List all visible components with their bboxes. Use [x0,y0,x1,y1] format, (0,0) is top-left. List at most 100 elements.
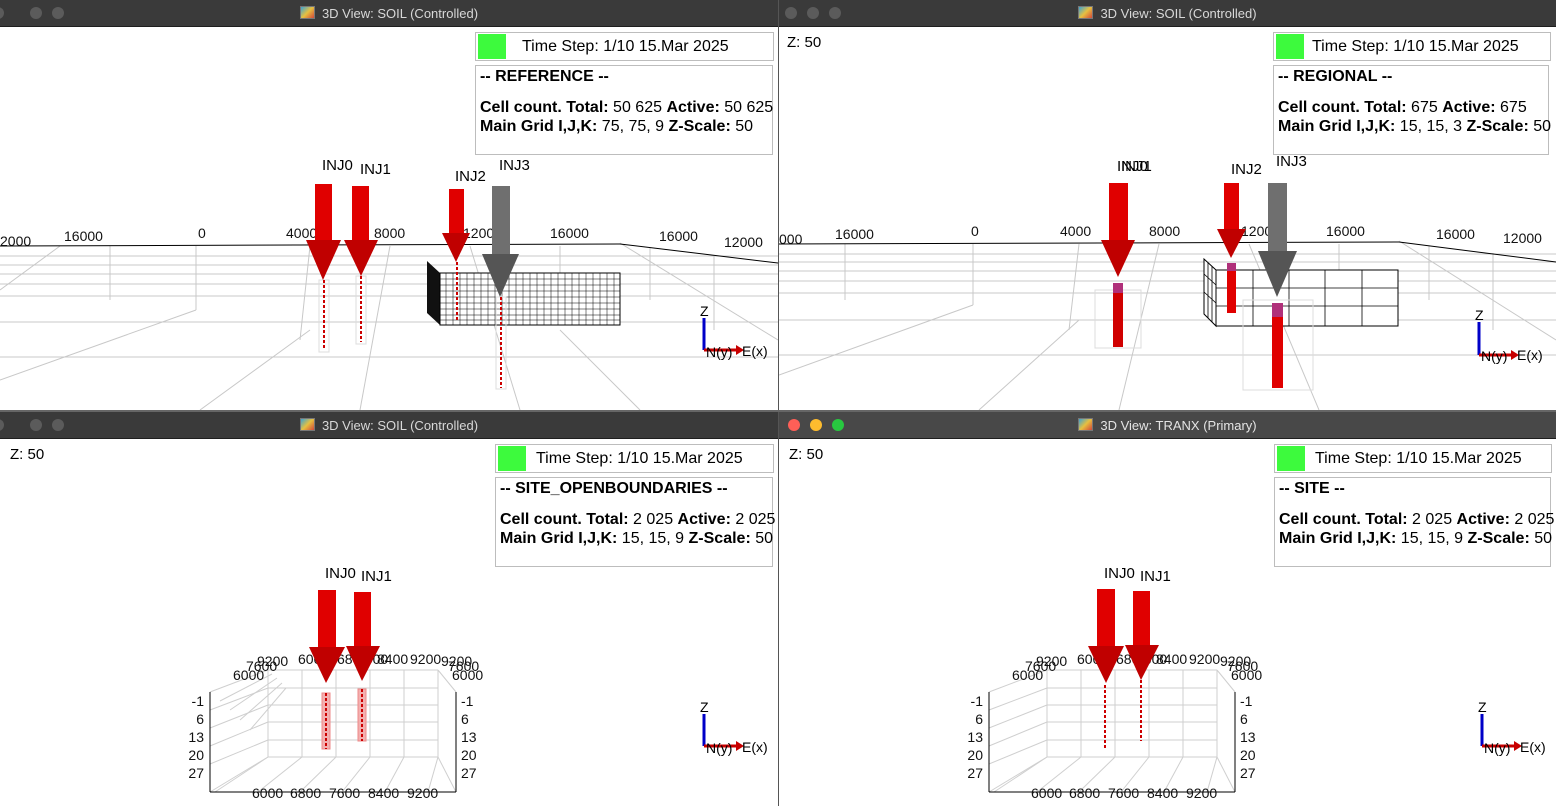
axis-tick: 8400 [368,785,399,801]
axis-e-label: E(x) [1517,347,1543,363]
cell-total: 2 025 [633,511,674,528]
well-label: INJ1 [1140,568,1171,585]
cell-active: 2 025 [1514,511,1555,528]
bottom-axis-ticks: 6000 6800 7600 8400 9200 [1031,785,1217,801]
axis-tick: 20 [1240,747,1256,763]
time-step-text: Time Step: 1/10 15.Mar 2025 [1315,450,1522,467]
axis-tick: -1 [192,693,205,709]
axis-tick: 9200 [407,785,438,801]
view-window-regional[interactable]: 3D View: SOIL (Controlled) Z: 50 000 160… [779,0,1556,410]
axis-tick: 12000 [724,234,763,250]
time-step-text: Time Step: 1/10 15.Mar 2025 [1312,38,1519,55]
axis-tick: 6000 [452,667,483,683]
axis-tick: 6800 [290,785,321,801]
axis-tick: 7600 [329,785,360,801]
active-label: Active: [1456,511,1510,528]
3d-viewport[interactable]: 2000 16000 0 4000 8000 12000 16000 16000… [0,27,778,410]
reservoir-grid [427,261,621,326]
cell-count-label: Cell count. Total: [1279,511,1408,528]
grid-label: Main Grid I,J,K: [1279,530,1397,547]
zscale-value: 50 [755,530,774,547]
cell-count-label: Cell count. Total: [480,99,609,116]
axis-tick: 20 [188,747,204,763]
axis-tick: 6 [461,711,469,727]
axis-tick: 13 [188,729,204,745]
axis-tick: 16000 [64,228,103,244]
active-label: Active: [666,99,720,116]
axis-tick: 6000 [1031,785,1062,801]
grid-dims: 15, 15, 9 [621,530,685,547]
window-title: 3D View: SOIL (Controlled) [321,6,479,21]
cell-active: 2 025 [735,511,776,528]
time-step-text: Time Step: 1/10 15.Mar 2025 [522,38,729,55]
well-label: INJ0 [322,157,353,174]
axis-tick: 16000 [659,228,698,244]
axis-tick: 8400 [1147,785,1178,801]
axis-tick: -1 [971,693,984,709]
3d-viewport[interactable]: Z: 50 [779,439,1556,806]
zscale-label: Z-Scale: [668,118,731,135]
axis-tick: 6 [975,711,983,727]
well-label: INJ2 [455,168,486,185]
case-name: -- REGIONAL -- [1278,68,1393,85]
title-bar[interactable]: 3D View: SOIL (Controlled) [0,0,778,27]
grid-floor [0,242,778,410]
axis-e-label: E(x) [742,739,768,755]
app-icon [1078,6,1094,19]
zscale-value: 50 [1533,118,1552,135]
axis-tick: 2000 [0,233,31,249]
time-step-legend: Time Step: 1/10 15.Mar 2025 [475,32,774,61]
axis-tick: 4000 [1060,223,1091,239]
time-step-legend: Time Step: 1/10 15.Mar 2025 [495,444,774,473]
well-inj1[interactable]: INJ1 [344,161,391,345]
axis-tick: 27 [1240,765,1256,781]
axis-triad: Z N(y) E(x) [1475,307,1543,364]
vertical-divider[interactable] [778,0,779,806]
title-bar[interactable]: 3D View: SOIL (Controlled) [779,0,1556,27]
axis-tick: 8400 [377,651,408,667]
axis-tick: 16000 [550,225,589,241]
3d-viewport[interactable]: Z: 50 [0,439,778,806]
3d-viewport[interactable]: Z: 50 [779,27,1556,410]
axis-n-label: N(y) [706,344,732,360]
case-name: -- SITE -- [1279,480,1345,497]
axis-tick: 20 [967,747,983,763]
axis-tick: 6800 [1069,785,1100,801]
title-bar[interactable]: 3D View: TRANX (Primary) [779,412,1556,439]
zscale-label: Z-Scale: [1466,118,1529,135]
cell-active: 675 [1500,99,1527,116]
time-step-swatch [498,446,526,471]
time-step-swatch [1276,34,1304,59]
view-window-site[interactable]: 3D View: TRANX (Primary) Z: 50 6000 7600… [779,412,1556,806]
well-label: INJ3 [499,157,530,174]
axis-z-label: Z [700,699,709,715]
well-inj1[interactable]: INJ1 [1121,158,1152,175]
cell-count-label: Cell count. Total: [1278,99,1407,116]
title-bar[interactable]: 3D View: SOIL (Controlled) [0,412,778,439]
case-info-box: -- REFERENCE -- Cell count. Total: 50 62… [475,65,773,155]
axis-n-label: N(y) [1481,348,1507,364]
view-window-reference[interactable]: 3D View: SOIL (Controlled) 2000 16000 0 … [0,0,778,410]
axis-tick: 13 [967,729,983,745]
horizontal-divider[interactable] [0,410,1556,412]
cell-total: 50 625 [613,99,662,116]
axis-tick: 27 [967,765,983,781]
well-inj0[interactable]: INJ0 [306,157,353,353]
case-info-box: -- REGIONAL -- Cell count. Total: 675 Ac… [1273,65,1552,155]
zscale-label: Z-Scale: [688,530,751,547]
axis-tick: 20 [461,747,477,763]
axis-tick: 9200 [410,651,441,667]
axis-n-label: N(y) [1484,740,1510,756]
axis-n-label: N(y) [706,740,732,756]
grid-label: Main Grid I,J,K: [1278,118,1396,135]
axis-tick: 27 [188,765,204,781]
grid-dims: 15, 15, 9 [1400,530,1464,547]
axis-tick: 6000 [252,785,283,801]
grid-dims: 75, 75, 9 [601,118,665,135]
cell-total: 2 025 [1412,511,1453,528]
view-window-site-openboundaries[interactable]: 3D View: SOIL (Controlled) Z: 50 6000 76… [0,412,778,806]
axis-tick: 16000 [1436,226,1475,242]
axis-tick: 12000 [1503,230,1542,246]
axis-box [209,669,457,793]
axis-tick: 8000 [1149,223,1180,239]
